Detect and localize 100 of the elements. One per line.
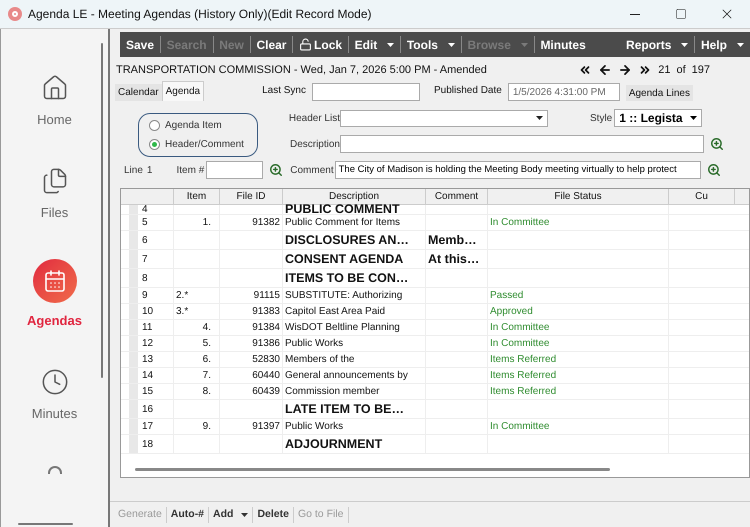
published-date-field: 1/5/2026 4:31:00 PM: [508, 83, 620, 101]
record-position: 21: [658, 62, 670, 78]
description-label: Description: [288, 138, 340, 152]
record-total: 197: [692, 62, 710, 78]
caret-icon: [387, 42, 394, 46]
comment-field[interactable]: The City of Madison is holding the Meeting Body meeting virtually to help protect: [334, 161, 701, 179]
previous-record-icon[interactable]: [598, 63, 612, 77]
line-number-cell: 6: [140, 231, 174, 249]
magnifier-icon[interactable]: [706, 163, 721, 177]
status-cell: In Committee: [488, 320, 669, 335]
line-number-cell: 16: [140, 400, 174, 418]
style-dropdown[interactable]: 1 :: Legista: [614, 109, 702, 127]
row-header[interactable]: [129, 205, 138, 214]
file-id-cell: 91383: [220, 304, 283, 319]
file-id-cell: 91397: [220, 419, 283, 434]
radio-option[interactable]: Agenda Item: [149, 118, 257, 133]
comment-cell: At this…: [426, 250, 488, 268]
home-icon: [40, 74, 68, 102]
description-cell: CONSENT AGENDA: [283, 250, 426, 268]
radio-option[interactable]: Header/Comment: [149, 137, 257, 152]
magnifier-icon[interactable]: [710, 137, 724, 151]
column-header[interactable]: Comment: [426, 189, 488, 204]
column-header[interactable]: Cu: [669, 189, 735, 204]
style-label: Style: [590, 112, 612, 126]
header-list-label: Header List: [288, 112, 340, 126]
calendar-icon: [42, 269, 66, 293]
maximize-icon: [675, 8, 687, 20]
sidebar-item[interactable]: Minutes: [32, 368, 78, 423]
item-cell: 1.: [174, 215, 220, 230]
description-cell: Commission member: [283, 384, 426, 399]
item-cell: 2.*: [174, 288, 220, 303]
column-header[interactable]: File ID: [220, 189, 283, 204]
sidebar-item[interactable]: Files: [40, 166, 68, 222]
description-cell: Public Works: [283, 336, 426, 351]
description-cell: General announcements by: [283, 368, 426, 383]
toolbar-button[interactable]: Help: [694, 32, 750, 57]
files-icon: [40, 166, 68, 194]
description-field[interactable]: [340, 135, 704, 153]
line-number-cell: 5: [140, 215, 174, 230]
bottom-toolbar-button[interactable]: Auto-#: [166, 506, 208, 522]
file-id-cell: 91384: [220, 320, 283, 335]
column-header[interactable]: Item: [174, 189, 220, 204]
tab[interactable]: Calendar: [115, 84, 162, 101]
line-number-cell: 12: [140, 336, 174, 351]
bottom-toolbar-button[interactable]: Delete: [253, 506, 293, 522]
description-cell: WisDOT Beltline Planning: [283, 320, 426, 335]
radio-button[interactable]: [149, 139, 160, 150]
caret-icon: [241, 512, 248, 516]
magnifier-icon[interactable]: [269, 163, 284, 177]
line-number-cell: 4: [140, 205, 174, 214]
toolbar-button[interactable]: Lock: [293, 32, 348, 57]
description-cell: Public Works: [283, 419, 426, 434]
item-cell: 9.: [174, 419, 220, 434]
toolbar-button[interactable]: Minutes: [534, 32, 592, 57]
toolbar-button[interactable]: Tools: [400, 32, 461, 57]
toolbar-button[interactable]: Reports: [620, 32, 694, 57]
toolbar-button[interactable]: Edit: [348, 32, 400, 57]
description-cell: DISCLOSURES AN…: [283, 231, 426, 249]
line-number-cell: 13: [140, 352, 174, 367]
toolbar-button[interactable]: Save: [120, 32, 160, 57]
status-cell: Items Referred: [488, 352, 669, 367]
first-record-icon[interactable]: [578, 63, 592, 77]
line-number-cell: 10: [140, 304, 174, 319]
item-cell: 4.: [174, 320, 220, 335]
line-number-cell: 14: [140, 368, 174, 383]
comment-label: Comment: [290, 164, 334, 178]
next-record-icon[interactable]: [618, 63, 632, 77]
description-cell: LATE ITEM TO BE…: [283, 400, 426, 418]
header-list-dropdown[interactable]: [340, 110, 548, 126]
status-cell: In Committee: [488, 419, 669, 434]
sidebar-item[interactable]: Home: [37, 74, 72, 130]
description-cell: Members of the: [283, 352, 426, 367]
agenda-lines-tab[interactable]: Agenda Lines: [626, 85, 693, 101]
last-sync-label: Last Sync: [262, 84, 306, 98]
line-number-cell: 9: [140, 288, 174, 303]
file-id-cell: 60440: [220, 368, 283, 383]
tab[interactable]: Agenda: [162, 81, 204, 101]
description-cell: SUBSTITUTE: Authorizing: [283, 288, 426, 303]
lock-icon: [299, 38, 312, 51]
toolbar-button[interactable]: Clear: [250, 32, 292, 57]
published-date-label: Published Date: [434, 84, 502, 98]
line-number: 1: [146, 164, 152, 178]
app-logo-icon: [8, 7, 22, 21]
item-cell: 5.: [174, 336, 220, 351]
radio-button[interactable]: [149, 120, 160, 131]
caret-icon: [690, 116, 698, 120]
file-id-cell: 91382: [220, 215, 283, 230]
item-cell: 3.*: [174, 304, 220, 319]
line-label: Line: [124, 164, 143, 178]
caret-icon: [536, 116, 543, 120]
status-cell: Items Referred: [488, 368, 669, 383]
file-id-cell: 52830: [220, 352, 283, 367]
line-number-cell: 8: [140, 269, 174, 287]
bottom-toolbar-button[interactable]: Add: [209, 506, 252, 522]
last-record-icon[interactable]: [638, 63, 652, 77]
item-number-field[interactable]: [206, 161, 264, 179]
sidebar-item[interactable]: Agendas: [27, 259, 82, 330]
column-header[interactable]: Description: [283, 189, 426, 204]
column-header[interactable]: File Status: [488, 189, 669, 204]
caret-icon: [520, 42, 528, 46]
